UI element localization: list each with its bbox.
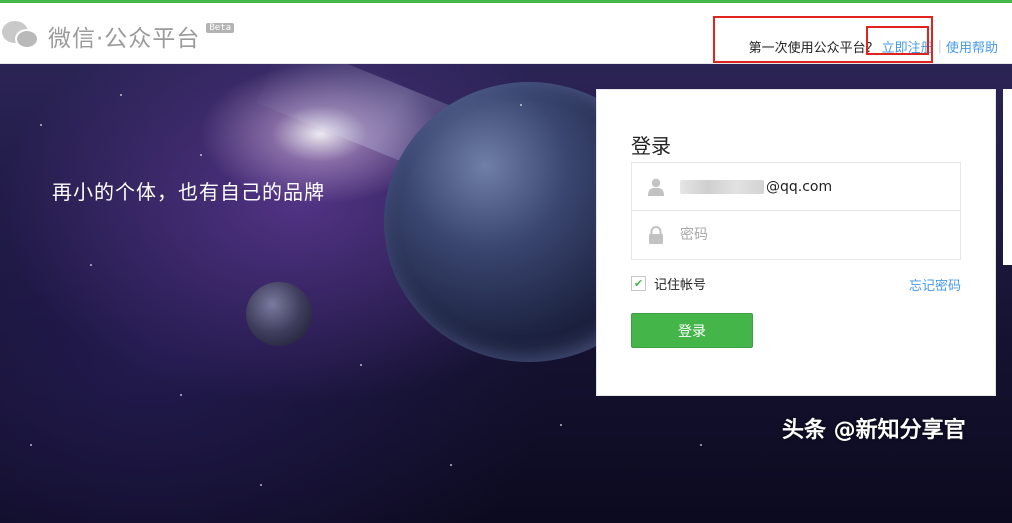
link-divider: | (937, 39, 942, 54)
logo[interactable]: 微信·公众平台 Beta (2, 17, 234, 55)
username-suffix: @qq.com (766, 178, 833, 195)
watermark-text: 头条 @新知分享官 (782, 418, 966, 443)
login-button[interactable]: 登录 (631, 313, 753, 348)
user-icon (632, 163, 680, 211)
remember-account[interactable]: ✔ 记住帐号 (631, 274, 706, 293)
forgot-password-link[interactable]: 忘记密码 (909, 275, 961, 294)
remember-label: 记住帐号 (654, 278, 707, 293)
beta-badge: Beta (206, 23, 234, 33)
wechat-logo-icon (2, 17, 42, 55)
slogan: 再小的个体，也有自己的品牌 (52, 180, 325, 204)
annotation-box-register (866, 26, 929, 55)
remember-checkbox[interactable]: ✔ (631, 276, 646, 291)
planet-small-image (246, 282, 312, 346)
password-input[interactable] (680, 220, 940, 250)
password-field[interactable] (631, 211, 961, 260)
username-field[interactable]: @qq.com (631, 162, 961, 211)
redacted-username (680, 179, 764, 194)
secondary-panel-edge (1003, 89, 1012, 265)
username-value[interactable]: @qq.com (680, 179, 832, 195)
logo-text: 微信·公众平台 (48, 26, 201, 52)
login-title: 登录 (631, 134, 671, 158)
checkmark-icon: ✔ (633, 277, 644, 290)
login-panel: 登录 @qq.com ✔ 记住帐号 忘记密码 登录 (596, 89, 996, 396)
help-link[interactable]: 使用帮助 (946, 37, 998, 56)
lock-icon (632, 211, 680, 259)
